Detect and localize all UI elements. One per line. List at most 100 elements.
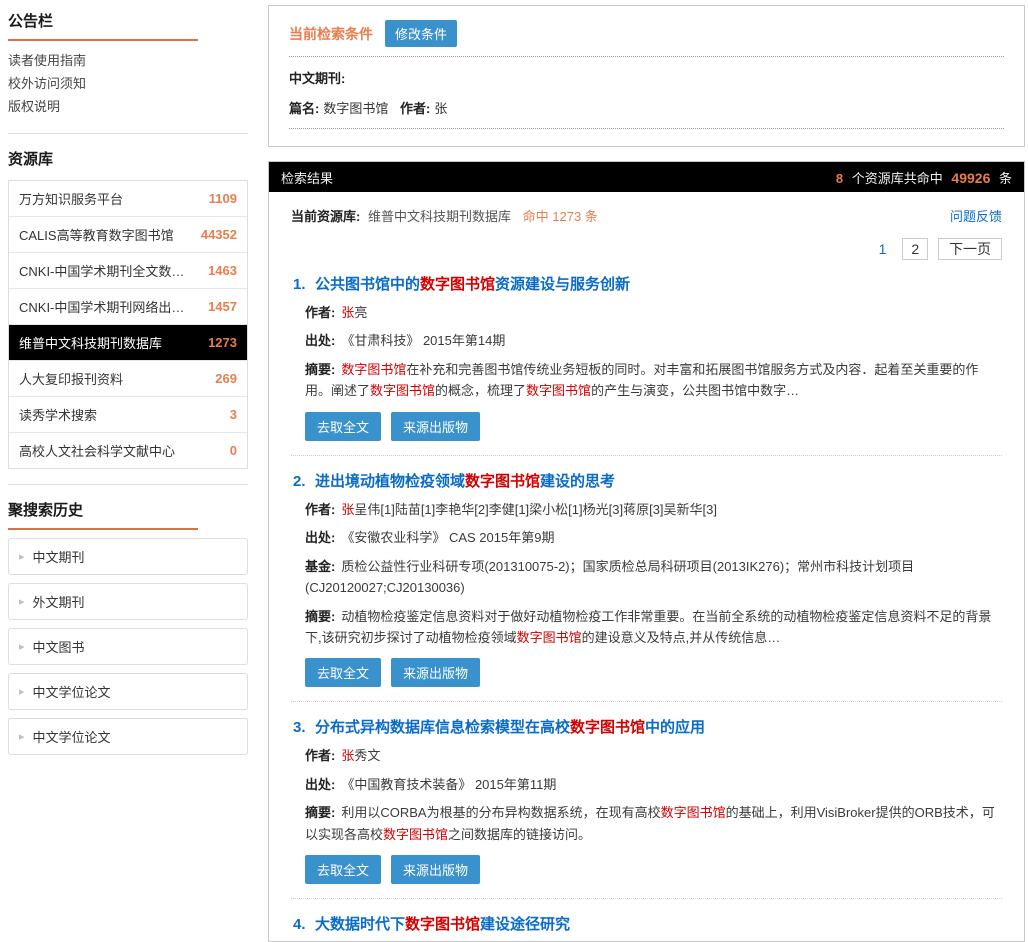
source-button[interactable]: 来源出版物	[391, 855, 480, 884]
field-label: 作者:	[305, 502, 335, 517]
field-label: 作者:	[305, 305, 335, 320]
history-label: 中文学位论文	[33, 727, 111, 746]
results-title: 检索结果	[281, 168, 333, 187]
announcement-link[interactable]: 读者使用指南	[8, 49, 248, 72]
announcements-title: 公告栏	[8, 10, 198, 41]
history-label: 外文期刊	[33, 592, 85, 611]
chevron-right-icon: ▸	[19, 595, 25, 608]
result-buttons: 去取全文来源出版物	[293, 412, 1000, 441]
main-column: 当前检索条件 修改条件 中文期刊: 篇名: 数字图书馆 作者: 张 检索结果 8 个…	[268, 5, 1025, 942]
history-label: 中文期刊	[33, 547, 85, 566]
result-item: 1.公共图书馆中的数字图书馆资源建设与服务创新 作者:张亮出处:《甘肃科技》 2…	[291, 259, 1002, 456]
result-field: 基金:质检公益性行业科研专项(201310075-2)；国家质检总局科研项目(2…	[305, 556, 1000, 599]
resource-hit-count: 1463	[208, 263, 237, 278]
current-db-info: 当前资源库: 维普中文科技期刊数据库 命中 1273 条	[291, 206, 598, 225]
fulltext-button[interactable]: 去取全文	[305, 658, 381, 687]
dotted-divider	[289, 128, 1004, 129]
source-button[interactable]: 来源出版物	[391, 658, 480, 687]
result-field: 出处:《甘肃科技》 2015年第14期	[305, 330, 1000, 351]
resource-item[interactable]: 高校人文社会科学文献中心0	[9, 433, 247, 468]
resource-hit-count: 0	[230, 443, 237, 458]
current-db-row: 当前资源库: 维普中文科技期刊数据库 命中 1273 条 问题反馈	[291, 206, 1002, 225]
feedback-link[interactable]: 问题反馈	[950, 206, 1002, 225]
page-1-link[interactable]: 1	[873, 239, 893, 259]
field-label: 摘要:	[305, 362, 335, 377]
resource-item[interactable]: CNKI-中国学术期刊网络出… 1457	[9, 289, 247, 325]
resource-hit-count: 1457	[208, 299, 237, 314]
result-title-link[interactable]: 公共图书馆中的数字图书馆资源建设与服务创新	[315, 276, 630, 293]
result-field: 出处: 《中国教育技术装备》 2015年第11期	[305, 774, 1000, 795]
source-button[interactable]: 来源出版物	[391, 412, 480, 441]
query-author-value: 张	[434, 101, 447, 116]
results-header-bar: 检索结果 8 个资源库共命中 49926 条	[269, 162, 1024, 192]
resource-hit-count: 3	[230, 407, 237, 422]
resource-item[interactable]: 读秀学术搜索3	[9, 397, 247, 433]
query-field-label: 篇名:	[289, 101, 319, 116]
result-number: 3.	[293, 717, 315, 738]
resource-hit-count: 1273	[208, 335, 237, 350]
field-value: 数字图书馆在补充和完善图书馆传统业务短板的同时。对丰富和拓展图书馆服务方式及内容…	[305, 362, 978, 398]
modify-conditions-button[interactable]: 修改条件	[385, 20, 457, 47]
fulltext-button[interactable]: 去取全文	[305, 855, 381, 884]
history-item[interactable]: ▸ 外文期刊	[8, 583, 248, 620]
query-field-value: 数字图书馆	[323, 101, 388, 116]
field-value: 《中国教育技术装备》 2015年第11期	[341, 777, 556, 792]
resource-label: 维普中文科技期刊数据库	[19, 333, 162, 352]
result-field: 摘要:数字图书馆在补充和完善图书馆传统业务短板的同时。对丰富和拓展图书馆服务方式…	[305, 359, 1000, 402]
result-title-row: 2.进出境动植物检疫领域数字图书馆建设的思考	[293, 471, 1000, 492]
page-2-link[interactable]: 2	[902, 238, 928, 260]
resource-label: CALIS高等教育数字图书馆	[19, 225, 174, 244]
dotted-divider	[289, 56, 1004, 57]
field-label: 摘要:	[305, 609, 335, 624]
result-title-link[interactable]: 大数据时代下数字图书馆建设途径研究	[315, 916, 570, 933]
announcement-link[interactable]: 版权说明	[8, 95, 248, 118]
pagination: 1 2 下一页	[291, 239, 1002, 259]
sidebar-divider	[8, 484, 248, 485]
history-label: 中文学位论文	[33, 682, 111, 701]
field-label: 出处:	[305, 777, 335, 792]
announcements-list: 读者使用指南校外访问须知版权说明	[8, 49, 248, 118]
search-conditions-header: 当前检索条件 修改条件	[289, 20, 1004, 47]
result-fields: 作者:张秀文出处:《中国教育技术装备》 2015年第11期摘要:利用以CORBA…	[293, 745, 1000, 845]
history-item[interactable]: ▸ 中文期刊	[8, 538, 248, 575]
chevron-right-icon: ▸	[19, 550, 25, 563]
next-page-button[interactable]: 下一页	[938, 238, 1002, 260]
result-title-link[interactable]: 进出境动植物检疫领域数字图书馆建设的思考	[315, 473, 615, 490]
search-scope-label: 中文期刊:	[289, 68, 1004, 87]
hits-count: 1273	[552, 209, 581, 224]
history-item[interactable]: ▸中文图书	[8, 628, 248, 665]
field-value: 《甘肃科技》 2015年第14期	[341, 333, 505, 348]
fulltext-button[interactable]: 去取全文	[305, 412, 381, 441]
field-label: 作者:	[305, 748, 335, 763]
resource-item[interactable]: 人大复印报刊资料269	[9, 361, 247, 397]
resource-label: CNKI-中国学术期刊网络出…	[19, 297, 184, 316]
result-item: 2.进出境动植物检疫领域数字图书馆建设的思考 作者: 张呈伟[1]陆苗[1]李艳华…	[291, 456, 1002, 703]
field-label: 基金:	[305, 559, 335, 574]
resource-item[interactable]: 维普中文科技期刊数据库 1273	[9, 325, 247, 361]
db-count: 8	[836, 171, 843, 186]
query-author-label: 作者:	[400, 101, 430, 116]
search-conditions-title: 当前检索条件	[289, 24, 373, 44]
field-value: 张呈伟[1]陆苗[1]李艳华[2]李健[1]梁小松[1]杨光[3]蒋原[3]吴新…	[341, 502, 717, 517]
resource-item[interactable]: CNKI-中国学术期刊全文数… 1463	[9, 253, 247, 289]
resource-list: 万方知识服务平台1109 CALIS高等教育数字图书馆 44352 CNKI-中国学术…	[8, 180, 248, 469]
announcement-link[interactable]: 校外访问须知	[8, 72, 248, 95]
resource-hit-count: 44352	[201, 227, 237, 242]
resource-label: 人大复印报刊资料	[19, 369, 123, 388]
field-value: 质检公益性行业科研专项(201310075-2)；国家质检总局科研项目(2013…	[305, 559, 914, 595]
sidebar-divider	[8, 133, 248, 134]
search-query-line: 篇名: 数字图书馆 作者: 张	[289, 98, 1004, 117]
resource-item[interactable]: CALIS高等教育数字图书馆 44352	[9, 217, 247, 253]
result-field: 作者: 张呈伟[1]陆苗[1]李艳华[2]李健[1]梁小松[1]杨光[3]蒋原[3…	[305, 499, 1000, 520]
result-title-row: 3.分布式异构数据库信息检索模型在高校数字图书馆中的应用	[293, 717, 1000, 738]
result-title-row: 4.大数据时代下数字图书馆建设途径研究	[293, 914, 1000, 935]
resource-item[interactable]: 万方知识服务平台1109	[9, 181, 247, 217]
resource-label: CNKI-中国学术期刊全文数…	[19, 261, 184, 280]
history-item[interactable]: ▸中文学位论文	[8, 673, 248, 710]
history-item[interactable]: ▸中文学位论文	[8, 718, 248, 755]
result-field: 摘要:利用以CORBA为根基的分布异构数据系统，在现有高校数字图书馆的基础上，利…	[305, 802, 1000, 845]
field-value: 动植物检疫鉴定信息资料对于做好动植物检疫工作非常重要。在当前全系统的动植物检疫鉴…	[305, 609, 991, 645]
result-title-link[interactable]: 分布式异构数据库信息检索模型在高校数字图书馆中的应用	[315, 719, 705, 736]
result-fields: 作者: 张呈伟[1]陆苗[1]李艳华[2]李健[1]梁小松[1]杨光[3]蒋原[3…	[293, 499, 1000, 649]
results-body: 当前资源库: 维普中文科技期刊数据库 命中 1273 条 问题反馈 1 2 下一…	[269, 206, 1024, 942]
